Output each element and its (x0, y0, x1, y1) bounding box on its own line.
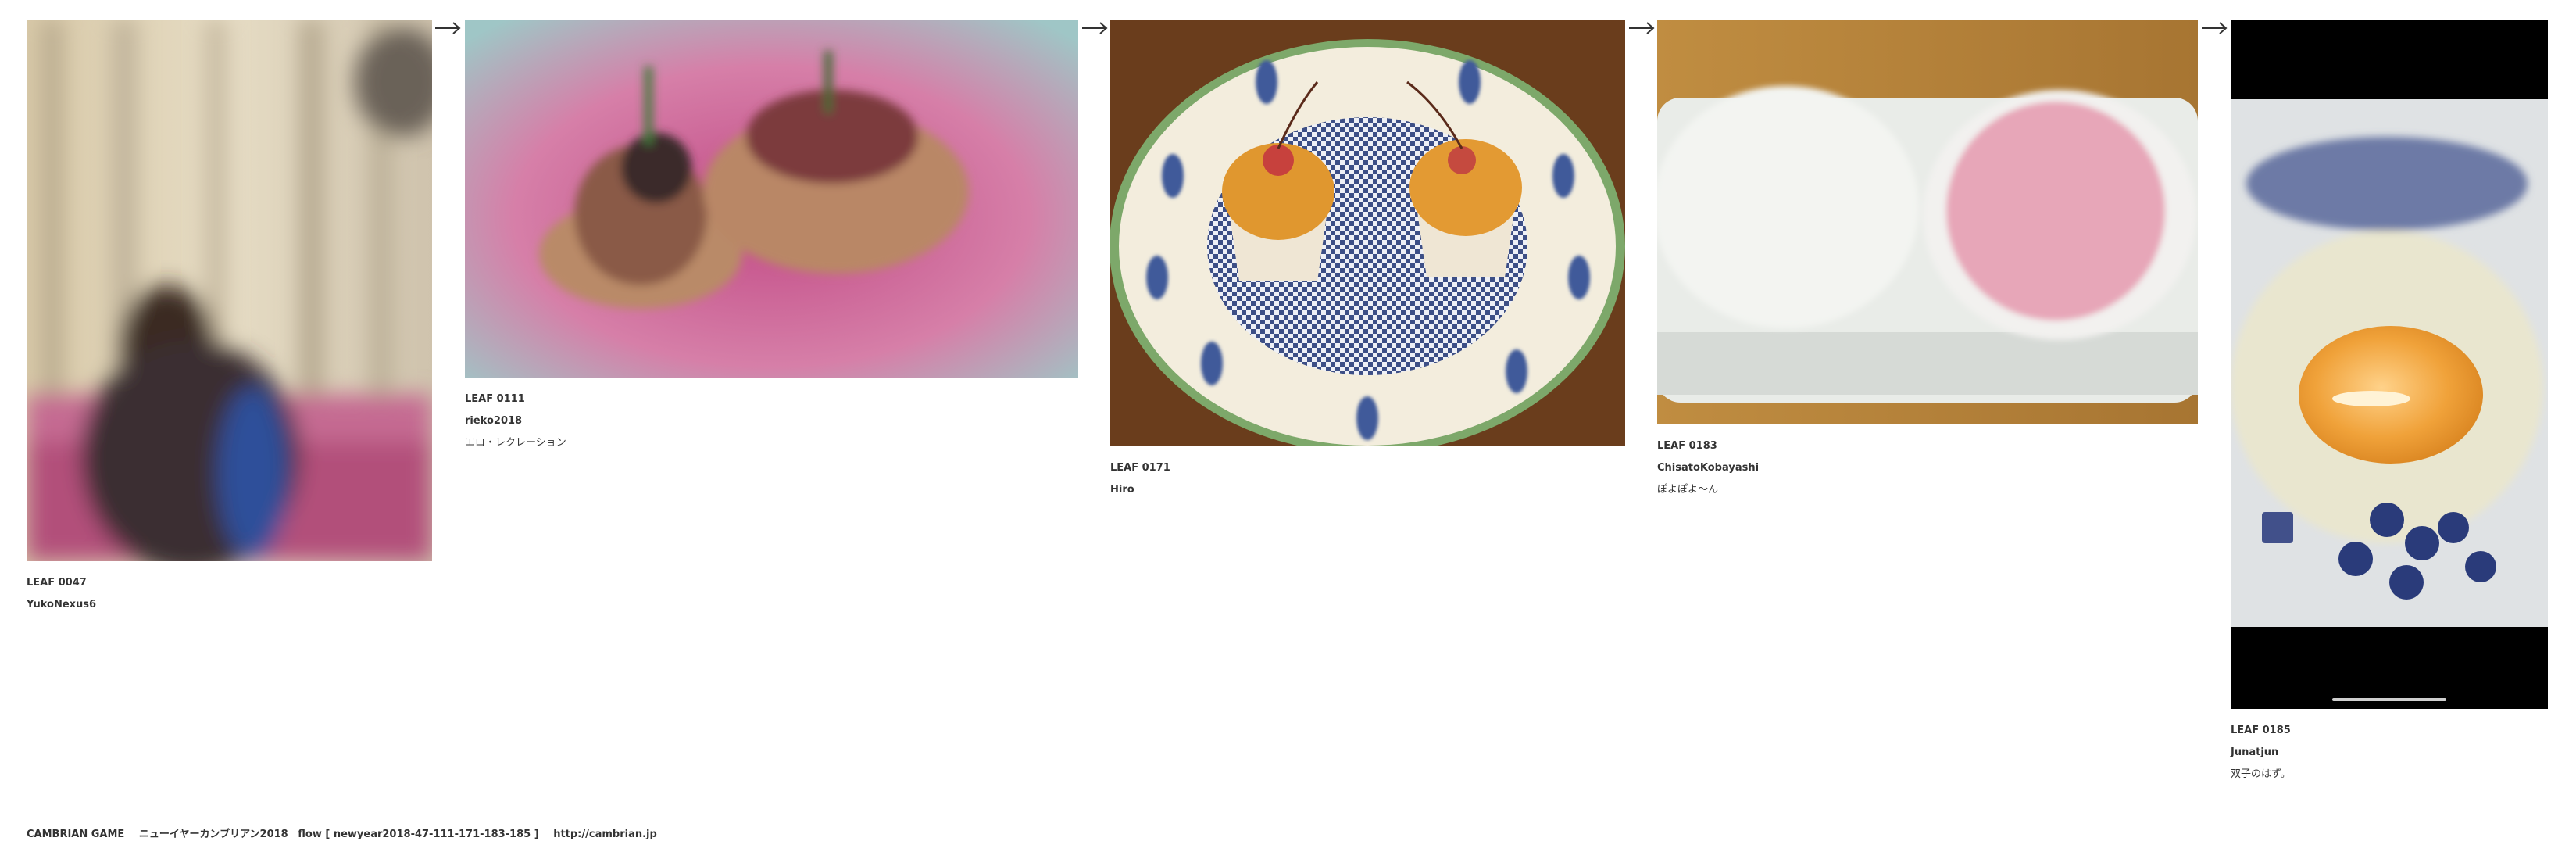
leaf-id[interactable]: LEAF 0111 (465, 388, 1078, 410)
right-arrow-icon (1081, 22, 1108, 34)
leaf-author[interactable]: Hiro (1110, 479, 1625, 501)
right-arrow-icon (2201, 22, 2228, 34)
leaf-author[interactable]: YukoNexus6 (27, 594, 432, 616)
egg-yolk-in-bowl-image (2231, 20, 2548, 709)
daifuku-mochi-image (1657, 20, 2198, 424)
leaf-id[interactable]: LEAF 0185 (2231, 720, 2548, 742)
blurred-person-image (27, 20, 432, 561)
leaf-caption: LEAF 0171 Hiro (1110, 457, 1625, 501)
leaf-photo[interactable] (1110, 20, 1625, 446)
footer-url-link[interactable]: http://cambrian.jp (553, 829, 657, 840)
leaf-card: LEAF 0185 Junatjun 双子のはず。 (2231, 20, 2548, 786)
cupcakes-on-plate-image (1110, 20, 1625, 446)
leaf-author[interactable]: Junatjun (2231, 742, 2548, 764)
leaf-photo[interactable] (465, 20, 1078, 378)
leaf-author[interactable]: rieko2018 (465, 410, 1078, 432)
leaf-photo[interactable] (2231, 20, 2548, 709)
footer: CAMBRIAN GAME ニューイヤーカンブリアン2018 flow [ ne… (27, 825, 668, 840)
footer-flow-id: flow [ newyear2018-47-111-171-183-185 ] (298, 829, 539, 840)
leaf-card: LEAF 0183 ChisatoKobayashi ぽよぽよ〜ん (1657, 20, 2198, 501)
leaf-caption: LEAF 0047 YukoNexus6 (27, 572, 432, 616)
leaf-title[interactable]: ぽよぽよ〜ん (1657, 479, 2198, 501)
leaf-id[interactable]: LEAF 0171 (1110, 457, 1625, 479)
leaf-card: LEAF 0171 Hiro (1110, 20, 1625, 501)
footer-flow-title: ニューイヤーカンブリアン2018 (138, 829, 288, 840)
footer-site-name[interactable]: CAMBRIAN GAME (27, 829, 124, 840)
leaf-photo[interactable] (27, 20, 432, 561)
right-arrow-icon (434, 22, 461, 34)
leaf-title[interactable]: エロ・レクレーション (465, 432, 1078, 454)
beet-roots-image (465, 20, 1078, 378)
leaf-card: LEAF 0111 rieko2018 エロ・レクレーション (465, 20, 1078, 454)
leaf-id[interactable]: LEAF 0047 (27, 572, 432, 594)
leaf-photo[interactable] (1657, 20, 2198, 424)
leaf-caption: LEAF 0185 Junatjun 双子のはず。 (2231, 720, 2548, 786)
right-arrow-icon (1628, 22, 1655, 34)
leaf-card: LEAF 0047 YukoNexus6 (27, 20, 432, 616)
leaf-title[interactable]: 双子のはず。 (2231, 764, 2548, 786)
leaf-id[interactable]: LEAF 0183 (1657, 435, 2198, 457)
leaf-author[interactable]: ChisatoKobayashi (1657, 457, 2198, 479)
leaf-caption: LEAF 0111 rieko2018 エロ・レクレーション (465, 388, 1078, 454)
leaf-caption: LEAF 0183 ChisatoKobayashi ぽよぽよ〜ん (1657, 435, 2198, 501)
